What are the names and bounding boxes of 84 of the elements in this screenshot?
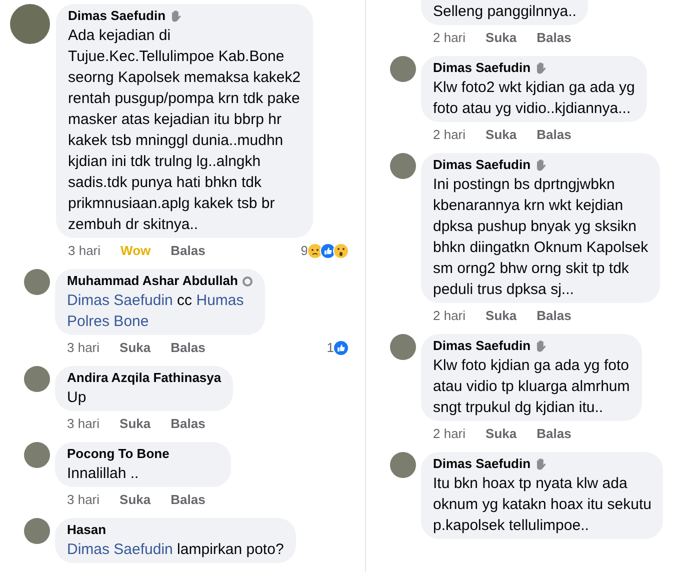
comment-text: p.kapolsek tellulimpoe.. (433, 516, 589, 536)
commenter-name[interactable]: Dimas Saefudin (433, 337, 531, 355)
reply-link[interactable]: Balas (170, 338, 206, 358)
reply-link[interactable]: Balas (170, 241, 206, 261)
reply-link[interactable]: Balas (536, 125, 572, 145)
avatar[interactable] (24, 269, 50, 295)
comment-text: kakek tsb mninggl dunia..mudhn (68, 131, 284, 151)
reaction-count: 1 (326, 339, 334, 358)
mention-link[interactable]: Dimas Saefudin (67, 539, 173, 560)
comment-text: sngt trpukul dg kjdian itu.. (433, 398, 604, 418)
badge-icon (242, 276, 253, 286)
commenter-name[interactable]: Hasan (67, 521, 106, 539)
mention-link[interactable]: Dimas Saefudin (67, 290, 173, 311)
hand-icon (534, 62, 546, 74)
comment-time[interactable]: 3 hari (67, 490, 100, 510)
comment-text: seorng Kapolsek memaksa kakek2 (68, 68, 301, 88)
mention-link[interactable]: Humas (196, 290, 244, 311)
like-link[interactable]: Suka (486, 424, 517, 444)
reaction-count: 9 (300, 242, 308, 260)
commenter-name[interactable]: Muhammad Ashar Abdullah (67, 272, 238, 290)
comment-text: Itu bkn hoax tp nyata klw ada (433, 474, 628, 494)
comment-text: Up (67, 388, 86, 408)
avatar[interactable] (390, 452, 416, 478)
reply-link[interactable]: Balas (536, 424, 572, 444)
comment-text: sm orng2 bhw orng skit tp tdk (433, 259, 629, 279)
commenter-name[interactable]: Dimas Saefudin (433, 455, 531, 473)
comment-text: kjdian ini tdk trulng lg..alngkh (68, 152, 261, 172)
avatar[interactable] (24, 518, 50, 544)
avatar[interactable] (10, 4, 50, 44)
like-link[interactable]: Suka (120, 490, 151, 510)
comment-text: peduli trus dpksa sj... (433, 280, 574, 300)
avatar[interactable] (24, 442, 50, 468)
comment-text: Tujue.Kec.Tellulimpoe Kab.Bone (68, 47, 284, 67)
hand-icon (534, 458, 546, 470)
reply-link[interactable]: Balas (170, 490, 206, 510)
avatar[interactable] (390, 56, 416, 82)
comment-text: Innalillah .. (67, 464, 139, 484)
like-link[interactable]: Suka (120, 338, 151, 358)
comment-text: lampirkan poto? (176, 540, 284, 560)
commenter-name[interactable]: Dimas Saefudin (433, 156, 531, 174)
comment-text: Klw foto kjdian ga ada yg foto (433, 356, 629, 376)
comment-text: Ada kejadian di (68, 26, 171, 46)
comment-time[interactable]: 3 hari (67, 414, 100, 434)
comment-text: foto atau yg vidio..kjdiannya... (433, 99, 631, 119)
comment-text: kbenarannya krn wkt kejdian (433, 196, 624, 216)
commenter-name[interactable]: Andira Azqila Fathinasya (67, 369, 222, 387)
like-link[interactable]: Suka (486, 125, 517, 145)
wow-emoji-icon (333, 243, 349, 259)
comment-text: oknum yg katakn hoax itu sekutu (433, 495, 652, 515)
reply-link[interactable]: Balas (536, 306, 572, 326)
comment-text: sadis.tdk punya hati bhkn tdk (68, 173, 262, 193)
like-link[interactable]: Suka (486, 28, 517, 48)
comment-text: atau vidio tp kluarga almrhum (433, 377, 630, 397)
like-icon (333, 340, 349, 356)
comment-text: rentah pusgup/pompa krn tdk pake (68, 89, 300, 109)
comment-text: zembuh dr skitnya.. (68, 215, 198, 235)
avatar[interactable] (24, 366, 50, 392)
hand-icon (170, 10, 181, 22)
comment-text: cc (176, 291, 194, 311)
comment-time[interactable]: 2 hari (433, 424, 466, 444)
reply-link[interactable]: Balas (170, 414, 206, 434)
like-link[interactable]: Suka (120, 414, 151, 434)
comment-time[interactable]: 2 hari (433, 306, 466, 326)
hand-icon (534, 340, 546, 352)
commenter-name[interactable]: Dimas Saefudin (68, 7, 166, 25)
comment-text: Ini postingn bs dprtngjwbkn (433, 175, 615, 195)
like-link[interactable]: Suka (486, 306, 517, 326)
comment-text: Selleng panggilnnya.. (433, 2, 576, 22)
comment-text: Klw foto2 wkt kjdian ga ada yg (433, 78, 635, 98)
comment-text: bhkn diingatkn Oknum Kapolsek (433, 238, 648, 258)
comment-time[interactable]: 2 hari (433, 28, 466, 48)
comment-time[interactable]: 2 hari (433, 125, 466, 145)
commenter-name[interactable]: Pocong To Bone (67, 445, 170, 463)
reply-link[interactable]: Balas (536, 28, 572, 48)
hand-icon (534, 159, 546, 171)
comment-time[interactable]: 3 hari (68, 241, 101, 261)
commenter-name[interactable]: Dimas Saefudin (433, 59, 531, 77)
avatar[interactable] (390, 334, 416, 360)
comment-text: prikmnusiaan.aplg kakek tsb br (68, 194, 275, 214)
comment-time[interactable]: 3 hari (67, 338, 100, 358)
comment-text: dpksa pushup bnyak yg sksikn (433, 217, 636, 237)
avatar[interactable] (390, 153, 416, 179)
comment-text: masker atas kejadian itu bbrp hr (68, 110, 282, 130)
mention-link[interactable]: Polres Bone (67, 311, 149, 332)
